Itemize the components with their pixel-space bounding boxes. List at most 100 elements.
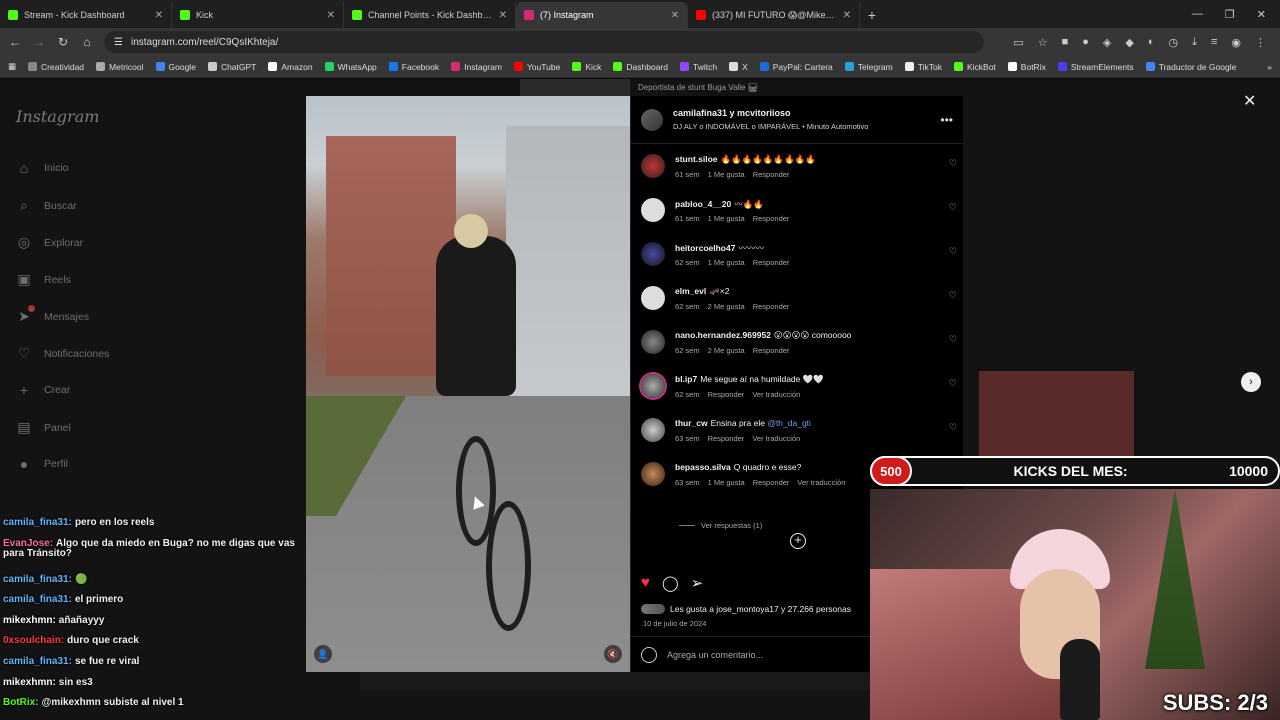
- tab-youtube[interactable]: (337) MI FUTURO 😱@MikeK9G ✕: [688, 2, 860, 28]
- nav-panel[interactable]: ▤ Panel: [16, 419, 70, 436]
- reading-list-icon[interactable]: ≡: [1211, 36, 1217, 49]
- close-tab-icon[interactable]: ✕: [499, 10, 507, 21]
- bookmark-item[interactable]: Telegram: [844, 62, 893, 72]
- reply-link[interactable]: Responder: [753, 478, 790, 487]
- avatar[interactable]: [641, 108, 663, 131]
- user-tag-icon[interactable]: 👤: [314, 645, 332, 663]
- reply-link[interactable]: Responder: [753, 170, 790, 179]
- home-icon[interactable]: ⌂: [80, 35, 94, 49]
- restore-icon[interactable]: ❐: [1225, 8, 1235, 21]
- heart-icon[interactable]: ♡: [949, 378, 957, 389]
- minimize-icon[interactable]: —: [1192, 8, 1203, 20]
- comment-likes[interactable]: 1 Me gusta: [708, 214, 745, 223]
- comment-mention[interactable]: @th_da_gti: [767, 418, 811, 428]
- new-tab-button[interactable]: +: [860, 2, 884, 28]
- translate-link[interactable]: Ver traducción: [752, 390, 800, 399]
- translate-link[interactable]: Ver traducción: [797, 478, 845, 487]
- nav-inicio[interactable]: ⌂ Inicio: [16, 160, 69, 176]
- comment-user[interactable]: elm_evl: [675, 286, 706, 296]
- comment-user[interactable]: thur_cw: [675, 418, 708, 428]
- history-icon[interactable]: ◷: [1168, 36, 1178, 49]
- comment-likes[interactable]: 1 Me gusta: [708, 170, 745, 179]
- comment-user[interactable]: stunt.siloe: [675, 154, 718, 164]
- tab-channel-points[interactable]: Channel Points - Kick Dashboard ✕: [344, 2, 516, 28]
- comment-likes[interactable]: 1 Me gusta: [708, 478, 745, 487]
- tab-instagram[interactable]: (7) Instagram ✕: [516, 2, 688, 28]
- close-tab-icon[interactable]: ✕: [327, 10, 335, 21]
- tab-kick-dashboard[interactable]: Stream - Kick Dashboard ✕: [0, 2, 172, 28]
- reload-icon[interactable]: ↻: [56, 35, 70, 49]
- install-icon[interactable]: ▭: [1013, 36, 1023, 49]
- comment-user[interactable]: heitorcoelho47: [675, 243, 735, 253]
- translate-icon[interactable]: ◐: [1148, 36, 1155, 49]
- chevron-right-icon[interactable]: »: [1267, 62, 1272, 72]
- comment-user[interactable]: bl.ip7: [675, 374, 697, 384]
- bookmark-item[interactable]: Twitch: [679, 62, 717, 72]
- extension-icon[interactable]: ●: [1082, 36, 1089, 49]
- heart-icon[interactable]: ♡: [949, 290, 957, 301]
- extension-icon[interactable]: ◆: [1125, 36, 1133, 49]
- avatar[interactable]: [641, 286, 665, 310]
- avatar[interactable]: [641, 330, 665, 354]
- more-options-icon[interactable]: •••: [940, 113, 953, 127]
- likes-summary[interactable]: Les gusta a jose_montoya17 y 27.266 pers…: [641, 604, 851, 614]
- heart-icon[interactable]: ♡: [949, 334, 957, 345]
- menu-icon[interactable]: ⋮: [1255, 36, 1266, 49]
- emoji-icon[interactable]: [641, 646, 657, 663]
- reply-link[interactable]: Responder: [753, 346, 790, 355]
- nav-buscar[interactable]: ⌕ Buscar: [16, 197, 77, 214]
- reply-link[interactable]: Responder: [708, 390, 745, 399]
- liked-heart-icon[interactable]: ♥: [641, 574, 650, 592]
- bookmark-item[interactable]: PayPal: Cartera: [759, 62, 833, 72]
- avatar[interactable]: [641, 198, 665, 222]
- heart-icon[interactable]: ♡: [949, 246, 957, 257]
- bookmark-item[interactable]: WhatsApp: [324, 62, 377, 72]
- reply-link[interactable]: Responder: [753, 302, 790, 311]
- instagram-logo[interactable]: Instagram: [16, 107, 99, 126]
- site-info-icon[interactable]: ☰: [114, 37, 123, 48]
- nav-reels[interactable]: ▣ Reels: [16, 271, 70, 288]
- comment-input[interactable]: Agrega un comentario...: [667, 650, 763, 660]
- close-window-icon[interactable]: ✕: [1257, 8, 1266, 21]
- bookmark-item[interactable]: Dashboard: [613, 62, 668, 72]
- puzzle-icon[interactable]: ◈: [1103, 36, 1111, 49]
- bookmark-item[interactable]: YouTube: [513, 62, 560, 72]
- avatar[interactable]: [641, 154, 665, 178]
- comment-user[interactable]: nano.hernandez.969952: [675, 330, 771, 340]
- nav-notificaciones[interactable]: ♡ Notificaciones: [16, 345, 110, 362]
- comment-likes[interactable]: 2 Me gusta: [708, 346, 745, 355]
- heart-icon[interactable]: ♡: [949, 422, 957, 433]
- comment-likes[interactable]: 1 Me gusta: [708, 258, 745, 267]
- extension-d-icon[interactable]: ■: [1062, 36, 1069, 49]
- bookmark-star-icon[interactable]: ☆: [1038, 36, 1048, 49]
- heart-icon[interactable]: ♡: [949, 158, 957, 169]
- nav-explorar[interactable]: ◎ Explorar: [16, 234, 83, 251]
- bookmark-item[interactable]: Facebook: [388, 62, 439, 72]
- translate-link[interactable]: Ver traducción: [752, 434, 800, 443]
- nav-mensajes[interactable]: ➤ Mensajes: [16, 305, 89, 325]
- download-icon[interactable]: ⤓: [1192, 36, 1197, 49]
- apps-icon[interactable]: ▦: [8, 61, 16, 72]
- avatar[interactable]: [641, 418, 665, 442]
- nav-crear[interactable]: + Crear: [16, 382, 70, 398]
- heart-icon[interactable]: ♡: [949, 202, 957, 213]
- close-tab-icon[interactable]: ✕: [155, 10, 163, 21]
- comment-icon[interactable]: ◯: [662, 574, 679, 592]
- bookmark-item[interactable]: Amazon: [268, 62, 313, 72]
- back-icon[interactable]: ←: [8, 35, 22, 49]
- bookmark-item[interactable]: ChatGPT: [207, 62, 256, 72]
- forward-icon[interactable]: →: [32, 35, 46, 49]
- bookmark-item[interactable]: Google: [155, 62, 196, 72]
- comment-user[interactable]: pabloo_4__20: [675, 199, 731, 209]
- next-reel-button[interactable]: ›: [1241, 372, 1261, 392]
- bookmark-item[interactable]: KickBot: [953, 62, 996, 72]
- avatar[interactable]: [641, 374, 665, 398]
- mute-icon[interactable]: 🔇: [604, 645, 622, 663]
- bookmark-item[interactable]: Metricool: [96, 62, 144, 72]
- tab-kick[interactable]: Kick ✕: [172, 2, 344, 28]
- reply-link[interactable]: Responder: [753, 214, 790, 223]
- comment-user[interactable]: bepasso.silva: [675, 462, 731, 472]
- close-tab-icon[interactable]: ✕: [843, 10, 851, 21]
- post-users[interactable]: camilafina31 y mcvitoriioso: [673, 108, 930, 118]
- bookmark-item[interactable]: Kick: [572, 62, 601, 72]
